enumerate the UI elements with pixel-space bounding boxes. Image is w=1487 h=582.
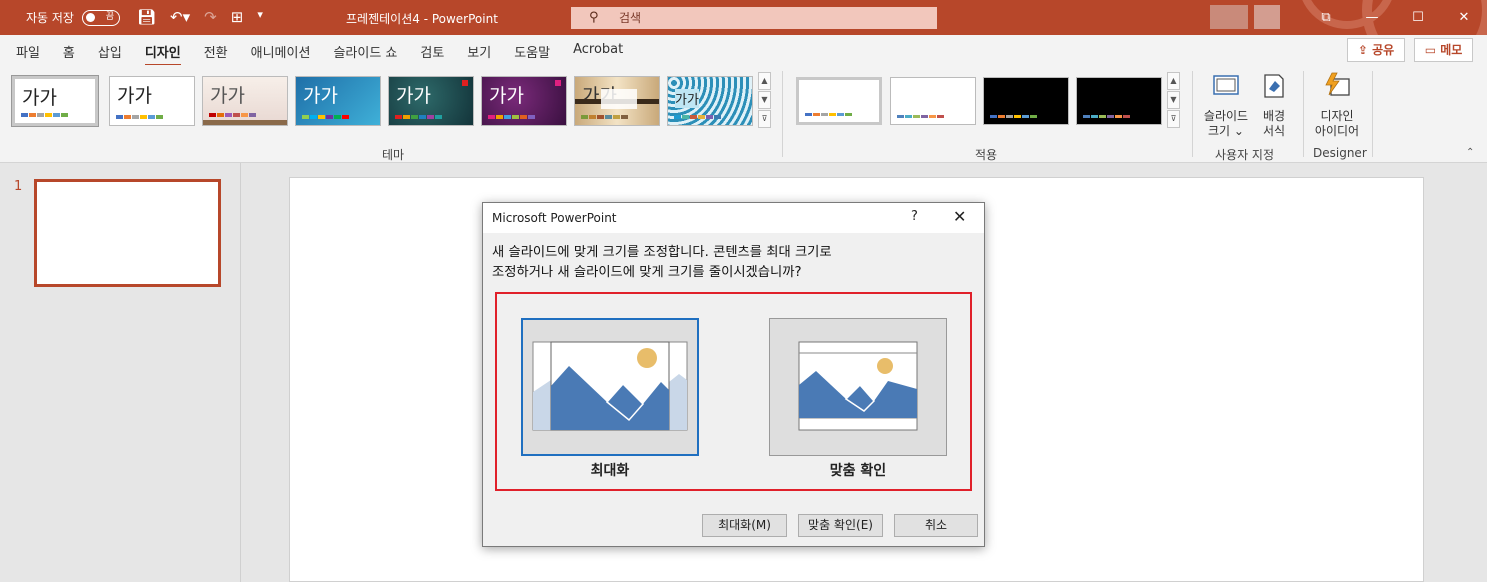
variant-scroll-down-icon[interactable]: ▼ — [1167, 91, 1180, 109]
dialog-close-button[interactable]: ✕ — [953, 207, 966, 226]
theme-office-2[interactable]: 가가 — [109, 76, 195, 126]
ensure-fit-option[interactable] — [769, 318, 947, 456]
theme-pattern[interactable]: 가가 — [667, 76, 753, 126]
ribbon-tabs: 파일 홈 삽입 디자인 전환 애니메이션 슬라이드 쇼 검토 보기 도움말 Ac… — [0, 35, 1487, 67]
more-themes-icon[interactable]: ⊽ — [758, 110, 771, 128]
maximize-button[interactable]: ☐ — [1395, 0, 1441, 35]
tab-help[interactable]: 도움말 — [514, 42, 550, 67]
search-icon: ⚲ — [589, 10, 599, 25]
maximize-option-label: 최대화 — [590, 463, 630, 479]
customize-qat-icon[interactable]: ▾ — [257, 8, 263, 26]
maximize-option[interactable] — [521, 318, 699, 456]
maximize-button[interactable]: 최대화(M) — [702, 514, 787, 537]
slide-thumbnail[interactable] — [34, 179, 221, 287]
scroll-down-icon[interactable]: ▼ — [758, 91, 771, 109]
themes-group-label: 테마 — [382, 148, 405, 162]
ensure-fit-option-label: 맞춤 확인 — [829, 463, 887, 479]
minimize-button[interactable]: — — [1349, 0, 1395, 35]
format-background-icon — [1264, 74, 1284, 98]
dialog-help-button[interactable]: ? — [911, 209, 918, 224]
theme-ion-boardroom[interactable]: 가가 — [481, 76, 567, 126]
tab-design[interactable]: 디자인 — [144, 42, 181, 67]
theme-office[interactable]: 가가 — [11, 75, 99, 127]
variants-scroll[interactable]: ▲ ▼ ⊽ — [1167, 72, 1180, 130]
scroll-up-icon[interactable]: ▲ — [758, 72, 771, 90]
slide-thumbnails-pane: 1 — [0, 163, 241, 582]
variant-4[interactable] — [1076, 77, 1162, 125]
variant-3[interactable] — [983, 77, 1069, 125]
cancel-button[interactable]: 취소 — [894, 514, 978, 537]
options-highlight: 최대화 맞춤 확인 — [495, 292, 972, 491]
more-variants-icon[interactable]: ⊽ — [1167, 110, 1180, 128]
tab-view[interactable]: 보기 — [467, 42, 491, 67]
slide-size-dialog: Microsoft PowerPoint ? ✕ 새 슬라이드에 맞게 크기를 … — [482, 202, 985, 547]
save-icon[interactable]: 💾︎ — [137, 8, 156, 26]
autosave-toggle[interactable]: 끔 — [81, 9, 120, 26]
search-box[interactable]: ⚲ 검색 — [571, 7, 937, 29]
ribbon-design: 가가 가가 가가 가가 가가 가가 가가 가가 ▲ ▼ ⊽ 테마 ▲ ▼ ⊽ 적… — [0, 65, 1487, 163]
design-ideas-icon — [1325, 72, 1350, 96]
theme-ion[interactable]: 가가 — [388, 76, 474, 126]
theme-dividend[interactable]: 가가 — [202, 76, 288, 126]
ensure-fit-button[interactable]: 맞춤 확인(E) — [798, 514, 883, 537]
autosave-label: 자동 저장 — [26, 11, 74, 25]
theme-facet[interactable]: 가가 — [295, 76, 381, 126]
dialog-message: 새 슬라이드에 맞게 크기를 조정합니다. 콘텐츠를 최대 크기로 조정하거나 … — [492, 245, 832, 280]
tab-review[interactable]: 검토 — [420, 42, 444, 67]
variants-group-label: 적용 — [975, 148, 998, 162]
share-button[interactable]: ⇪ 공유 — [1347, 38, 1405, 62]
dialog-title: Microsoft PowerPoint — [492, 211, 617, 225]
tab-transitions[interactable]: 전환 — [204, 42, 228, 67]
title-bar: 자동 저장 끔 💾︎ ↶▾ ↷ ⊞ ▾ 프레젠테이션4 - PowerPoint… — [0, 0, 1487, 35]
slide-number: 1 — [14, 179, 23, 194]
user-account[interactable] — [1210, 5, 1292, 29]
tab-home[interactable]: 홈 — [63, 42, 75, 67]
format-background-button[interactable]: 배경 서식 — [1257, 71, 1291, 139]
tab-acrobat[interactable]: Acrobat — [573, 42, 623, 67]
slide-size-icon — [1213, 75, 1239, 95]
search-placeholder: 검색 — [619, 11, 642, 25]
variant-1[interactable] — [796, 77, 882, 125]
themes-scroll[interactable]: ▲ ▼ ⊽ — [758, 72, 771, 130]
ribbon-display-options-button[interactable]: ⧉ — [1303, 0, 1349, 35]
close-window-button[interactable]: ✕ — [1441, 0, 1487, 35]
collapse-ribbon-icon[interactable]: ⌃ — [1466, 147, 1474, 158]
design-ideas-button[interactable]: 디자인 아이디어 — [1312, 71, 1362, 139]
slide-size-button[interactable]: 슬라이드 크기 ⌄ — [1201, 71, 1251, 139]
document-title: 프레젠테이션4 - PowerPoint — [346, 12, 498, 26]
dialog-title-bar: Microsoft PowerPoint ? ✕ — [483, 203, 984, 233]
tab-animations[interactable]: 애니메이션 — [251, 42, 311, 67]
maximize-illustration — [523, 320, 697, 454]
tab-insert[interactable]: 삽입 — [98, 42, 122, 67]
redo-icon[interactable]: ↷ — [204, 8, 217, 26]
undo-icon[interactable]: ↶▾ — [170, 8, 190, 26]
tab-file[interactable]: 파일 — [16, 42, 40, 67]
ensure-fit-illustration — [770, 319, 946, 455]
presenter-icon[interactable]: ⊞ — [231, 8, 244, 26]
variant-scroll-up-icon[interactable]: ▲ — [1167, 72, 1180, 90]
customize-group-label: 사용자 지정 — [1215, 148, 1275, 162]
designer-group-label: Designer — [1313, 146, 1367, 160]
tab-slideshow[interactable]: 슬라이드 쇼 — [333, 42, 397, 67]
comments-button[interactable]: ▭ 메모 — [1414, 38, 1473, 62]
theme-organic[interactable]: 가가 — [574, 76, 660, 126]
variant-2[interactable] — [890, 77, 976, 125]
